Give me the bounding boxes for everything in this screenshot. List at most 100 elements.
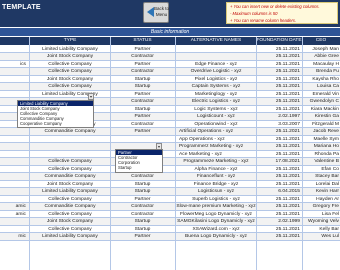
type-cell[interactable]: Collective Company — [30, 166, 110, 173]
alternative-name-cell[interactable]: SAMGKilasini Logo Dynamicly - xyz — [176, 218, 256, 225]
status-cell[interactable]: Startup — [110, 76, 175, 83]
foundation-date-cell[interactable]: 25.11.2021 — [256, 46, 302, 53]
foundation-date-cell[interactable]: 25.11.2021 — [256, 53, 302, 60]
type-cell[interactable] — [30, 143, 110, 150]
status-cell[interactable]: Partner — [110, 91, 175, 98]
row-prefix-cell[interactable] — [0, 218, 27, 225]
ceo-cell[interactable]: Joseph Man — [302, 46, 340, 53]
type-cell[interactable]: Collective Company — [30, 68, 110, 75]
ceo-cell[interactable]: Kevin Harr — [302, 188, 340, 195]
row-prefix-cell[interactable] — [0, 158, 27, 165]
alternative-name-cell[interactable]: Finance Bridge - xyz — [176, 181, 256, 188]
status-cell[interactable] — [110, 136, 175, 143]
row-prefix-cell[interactable] — [0, 173, 27, 180]
foundation-date-cell[interactable]: 25.11.2021 — [256, 226, 302, 233]
alternative-name-cell[interactable]: Edge Finance - xyz — [176, 61, 256, 68]
alternative-name-cell[interactable]: FlowerMeg Logo Dynamicly - xyz — [176, 211, 256, 218]
type-dropdown-arrow-icon[interactable] — [88, 93, 94, 100]
alternative-name-cell[interactable]: Slow-mane premium Marketing - xyz — [176, 203, 256, 210]
ceo-cell[interactable]: Brenda Fu — [302, 68, 340, 75]
ceo-cell[interactable]: Lisa Fel — [302, 211, 340, 218]
foundation-date-cell[interactable]: 25.11.2021 — [256, 98, 302, 105]
ceo-cell[interactable]: Wyoming Velv — [302, 218, 340, 225]
ceo-cell[interactable]: Emerald Vin — [302, 91, 340, 98]
ceo-cell[interactable]: Mariana Ho — [302, 143, 340, 150]
alternative-name-cell[interactable]: Financeflunt - xyz — [176, 173, 256, 180]
row-prefix-cell[interactable] — [0, 53, 27, 60]
foundation-date-cell[interactable]: 25.11.2021 — [256, 106, 302, 113]
row-prefix-cell[interactable] — [0, 188, 27, 195]
alternative-name-cell[interactable]: Programmerz Marketing - xyz — [176, 143, 256, 150]
alternative-name-cell[interactable]: Pixel Logistics - xyz — [176, 76, 256, 83]
alternative-name-cell[interactable]: Electric Logistics - xyz — [176, 98, 256, 105]
ceo-cell[interactable]: Kelly Bar — [302, 226, 340, 233]
status-cell[interactable]: Partner — [110, 128, 175, 135]
foundation-date-cell[interactable]: 25.11.2021 — [256, 196, 302, 203]
foundation-date-cell[interactable]: 17.08.2021 — [256, 158, 302, 165]
ceo-cell[interactable]: Fitzgerald M — [302, 121, 340, 128]
status-cell[interactable]: Contractor — [110, 211, 175, 218]
foundation-date-cell[interactable]: 25.11.2021 — [256, 233, 302, 240]
ceo-cell[interactable]: Valentine B — [302, 158, 340, 165]
ceo-cell[interactable]: Abbie Gree — [302, 53, 340, 60]
ceo-cell[interactable]: Hayden Ar — [302, 196, 340, 203]
alternative-name-cell[interactable]: Superb Logistics - xyz — [176, 196, 256, 203]
foundation-date-cell[interactable]: 25.11.2021 — [256, 203, 302, 210]
status-cell[interactable]: Startup — [110, 226, 175, 233]
ceo-cell[interactable]: Jacob Reve — [302, 128, 340, 135]
ceo-cell[interactable]: Efan Co — [302, 166, 340, 173]
row-prefix-cell[interactable] — [0, 83, 27, 90]
type-cell[interactable]: Collective Company — [30, 226, 110, 233]
type-cell[interactable]: Joint Stock Company — [30, 218, 110, 225]
type-cell[interactable]: Collective Company — [30, 61, 110, 68]
alternative-name-cell[interactable]: Operationwind - xyz — [176, 121, 256, 128]
status-dropdown-list[interactable]: Partner Contractor Corporation Startup — [115, 149, 163, 173]
alternative-name-cell[interactable]: Marketinglogy - xyz — [176, 91, 256, 98]
row-prefix-cell[interactable] — [0, 136, 27, 143]
ceo-cell[interactable]: Wes Lul — [302, 233, 340, 240]
row-prefix-cell[interactable] — [0, 196, 27, 203]
type-cell[interactable]: Commanditie Company — [30, 203, 110, 210]
ceo-cell[interactable]: Maelle Sym — [302, 136, 340, 143]
ceo-cell[interactable]: Gwendolyn C — [302, 98, 340, 105]
back-to-menu-button[interactable]: Back to Menu — [143, 2, 169, 23]
foundation-date-cell[interactable]: 25.11.2021 — [256, 151, 302, 158]
type-cell[interactable]: Limited Liability Company — [30, 233, 110, 240]
foundation-date-cell[interactable]: 25.11.2021 — [256, 136, 302, 143]
row-prefix-cell[interactable] — [0, 76, 27, 83]
status-cell[interactable]: Partner — [110, 46, 175, 53]
status-cell[interactable]: Startup — [110, 181, 175, 188]
type-cell[interactable]: Collective Company — [30, 211, 110, 218]
foundation-date-cell[interactable]: 25.11.2021 — [256, 61, 302, 68]
alternative-name-cell[interactable] — [176, 53, 256, 60]
status-cell[interactable]: Partner — [110, 233, 175, 240]
foundation-date-cell[interactable]: 25.11.2021 — [256, 83, 302, 90]
foundation-date-cell[interactable]: 25.11.2021 — [256, 173, 302, 180]
status-cell[interactable]: Partner — [110, 196, 175, 203]
row-prefix-cell[interactable]: amic — [0, 211, 27, 218]
foundation-date-cell[interactable]: 25.11.2021 — [256, 211, 302, 218]
ceo-cell[interactable]: Gregory Fre — [302, 203, 340, 210]
status-cell[interactable]: Startup — [110, 83, 175, 90]
foundation-date-cell[interactable]: 25.11.2021 — [256, 181, 302, 188]
alternative-name-cell[interactable]: Captain Systems - xyz — [176, 83, 256, 90]
alternative-name-cell[interactable]: Alpha Finance - xyz — [176, 166, 256, 173]
row-prefix-cell[interactable]: amic — [0, 203, 27, 210]
dropdown-option[interactable]: Cooperative Company — [18, 121, 93, 126]
row-prefix-cell[interactable] — [0, 46, 27, 53]
ceo-cell[interactable]: Louisa Ca — [302, 83, 340, 90]
type-cell[interactable]: Collective Company — [30, 158, 110, 165]
foundation-date-cell[interactable]: 25.11.2021 — [256, 143, 302, 150]
alternative-name-cell[interactable]: Logisticsun - xyz — [176, 188, 256, 195]
status-cell[interactable]: Contractor — [110, 203, 175, 210]
foundation-date-cell[interactable]: 3.03.2007 — [256, 121, 302, 128]
status-cell[interactable]: Contractor — [110, 173, 175, 180]
foundation-date-cell[interactable]: 25.11.2021 — [256, 91, 302, 98]
alternative-name-cell[interactable]: XSAWizard.com - xyz — [176, 226, 256, 233]
ceo-cell[interactable]: Macaulay H — [302, 61, 340, 68]
row-prefix-cell[interactable] — [0, 151, 27, 158]
column-header-ceo[interactable]: CEO — [302, 37, 340, 45]
alternative-name-cell[interactable]: App Operations - xyz — [176, 136, 256, 143]
row-prefix-cell[interactable]: ics — [0, 61, 27, 68]
column-header-alternative-names[interactable]: ALTERNATIVE NAMES — [176, 37, 256, 45]
